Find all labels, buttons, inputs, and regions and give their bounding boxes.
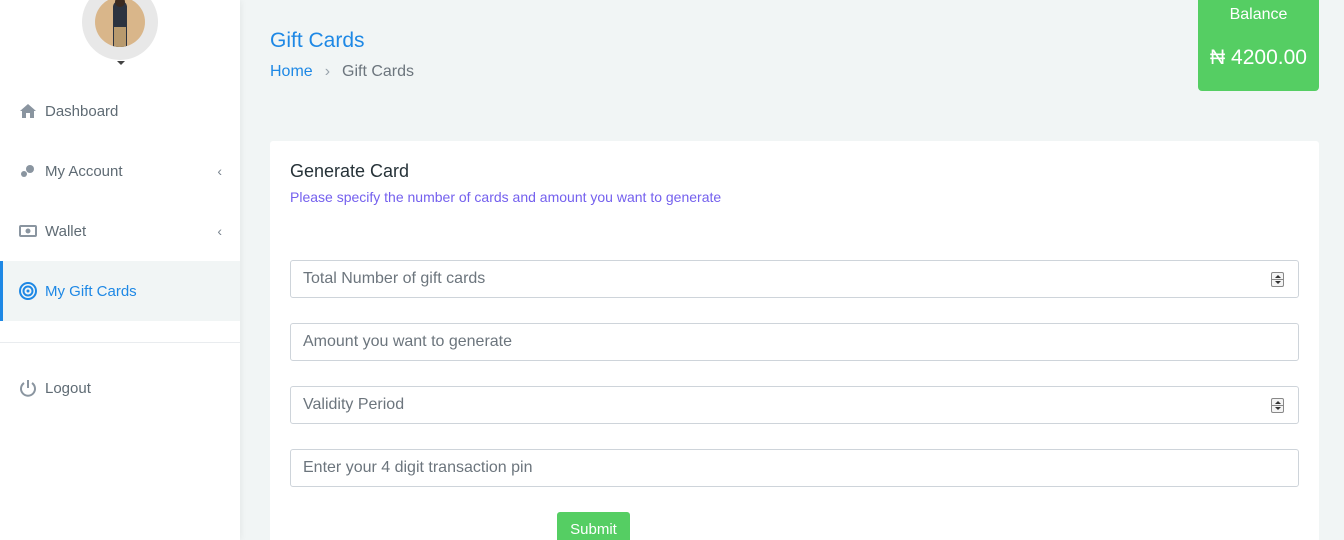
balance-widget: Balance ₦ 4200.00 xyxy=(1198,0,1319,91)
balance-amount: ₦ 4200.00 xyxy=(1210,46,1307,69)
breadcrumb: Home › Gift Cards xyxy=(270,63,414,81)
sidebar-item-label: My Account xyxy=(45,162,123,180)
chevron-right-icon: › xyxy=(324,63,331,80)
chevron-left-icon: ‹ xyxy=(217,223,222,239)
power-icon xyxy=(18,378,38,398)
num-cards-field xyxy=(290,260,1299,298)
amount-field xyxy=(290,323,1299,361)
wallet-icon xyxy=(18,221,38,241)
card-subtitle: Please specify the number of cards and a… xyxy=(290,189,722,205)
sidebar-divider xyxy=(0,342,240,343)
breadcrumb-home-link[interactable]: Home xyxy=(270,63,313,81)
sidebar-item-my-gift-cards[interactable]: My Gift Cards xyxy=(0,261,240,321)
user-avatar[interactable] xyxy=(82,0,158,60)
submit-button[interactable]: Submit xyxy=(557,512,630,540)
card-title: Generate Card xyxy=(290,161,410,181)
validity-input[interactable] xyxy=(291,387,1298,423)
validity-field xyxy=(290,386,1299,424)
sidebar-item-my-account[interactable]: My Account ‹ xyxy=(0,141,240,201)
sidebar-item-logout[interactable]: Logout xyxy=(0,358,240,418)
account-icon xyxy=(18,161,38,181)
sidebar-item-wallet[interactable]: Wallet ‹ xyxy=(0,201,240,261)
home-icon xyxy=(18,101,38,121)
page-title: Gift Cards xyxy=(270,29,365,52)
breadcrumb-current: Gift Cards xyxy=(342,63,415,80)
chevron-left-icon: ‹ xyxy=(217,163,222,179)
avatar-image xyxy=(95,0,145,47)
sidebar-item-label: Dashboard xyxy=(45,102,119,120)
number-spinner[interactable] xyxy=(1271,272,1284,287)
target-icon xyxy=(18,281,38,301)
amount-input[interactable] xyxy=(291,324,1298,360)
sidebar-item-label: Wallet xyxy=(45,222,87,240)
pin-field xyxy=(290,449,1299,487)
generate-card-panel: Generate Card Please specify the number … xyxy=(270,141,1319,540)
caret-down-icon[interactable] xyxy=(117,61,125,65)
sidebar-item-label: My Gift Cards xyxy=(45,282,137,300)
balance-label: Balance xyxy=(1229,6,1288,23)
num-cards-input[interactable] xyxy=(291,261,1298,297)
number-spinner[interactable] xyxy=(1271,398,1284,413)
sidebar: Dashboard My Account ‹ Wallet ‹ My Gift … xyxy=(0,0,240,540)
sidebar-item-label: Logout xyxy=(45,379,91,397)
sidebar-item-dashboard[interactable]: Dashboard xyxy=(0,81,240,141)
pin-input[interactable] xyxy=(291,450,1298,486)
